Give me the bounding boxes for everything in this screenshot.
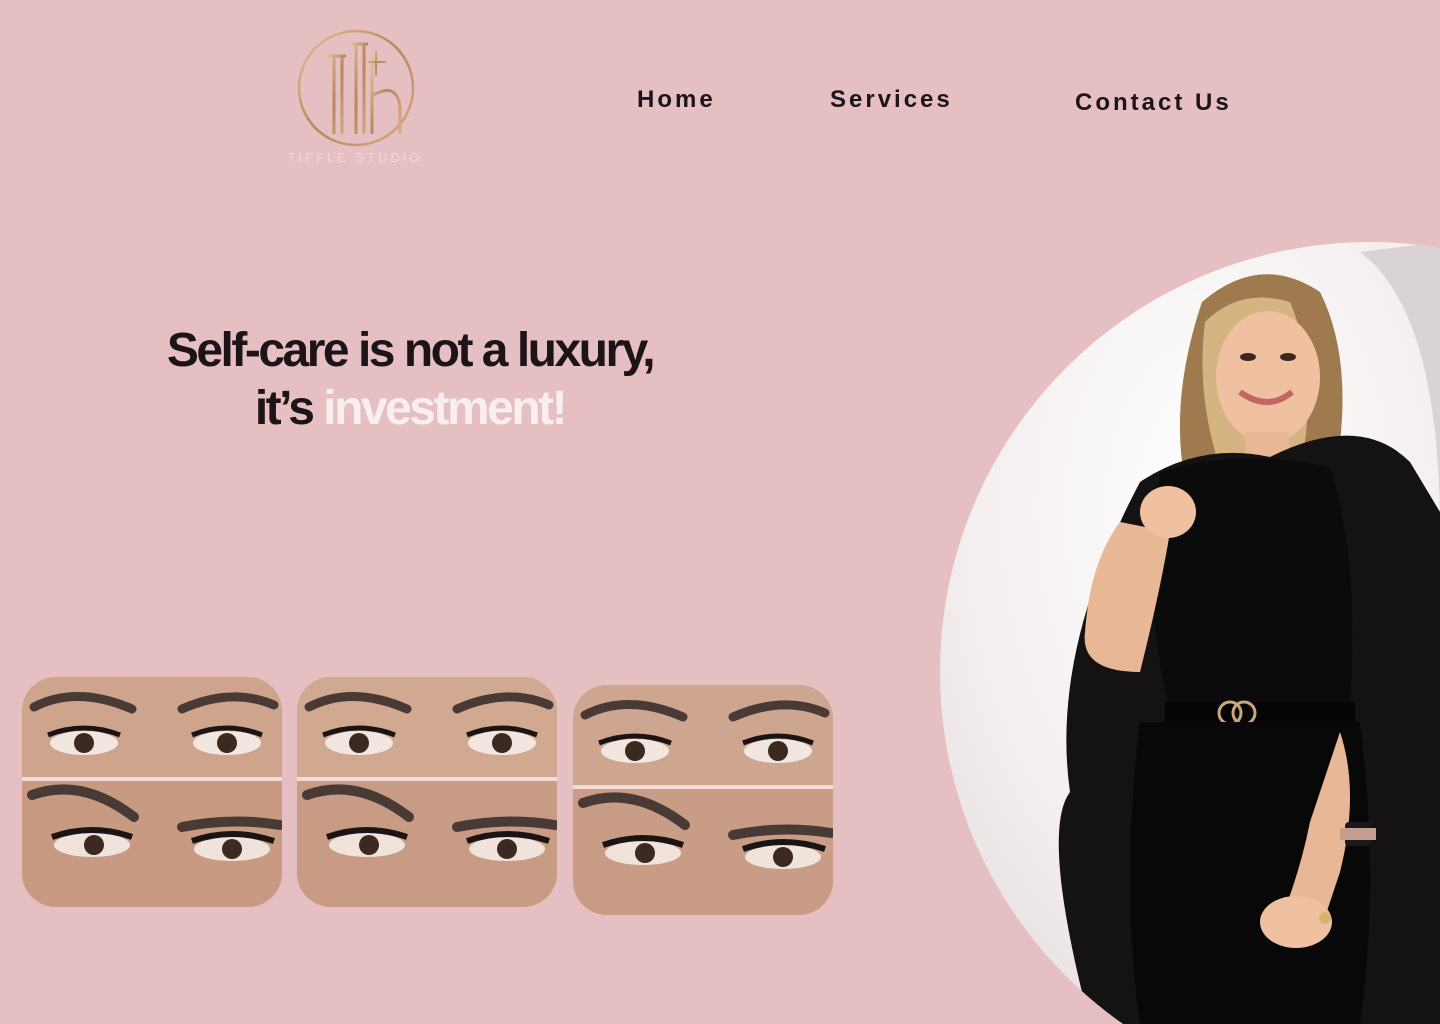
brand-logo[interactable]: TIFFLE STUDIO <box>276 26 434 168</box>
eyes-photo-icon <box>297 677 557 907</box>
hero-line-2-prefix: it’s <box>254 382 324 435</box>
gallery-photo-1[interactable] <box>22 677 282 907</box>
logo-wordmark: TIFFLE STUDIO <box>287 150 423 165</box>
nav-home-link[interactable]: Home <box>637 86 716 114</box>
gallery-photo-3[interactable] <box>573 685 833 915</box>
gallery-photo-2[interactable] <box>297 677 557 907</box>
hero-line-2-accent: investment! <box>323 382 567 435</box>
logo-mark-icon <box>278 29 432 147</box>
eyes-photo-icon <box>22 677 282 907</box>
nav-contact-link[interactable]: Contact Us <box>1075 89 1232 117</box>
hero-headline: Self-care is not a luxury, it’s investme… <box>110 322 710 438</box>
eyes-photo-icon <box>573 685 833 915</box>
hero-portrait <box>940 232 1440 1024</box>
hero-line-1: Self-care is not a luxury, <box>166 324 656 377</box>
portrait-photo-icon <box>940 242 1440 1024</box>
nav-services-link[interactable]: Services <box>830 86 953 114</box>
